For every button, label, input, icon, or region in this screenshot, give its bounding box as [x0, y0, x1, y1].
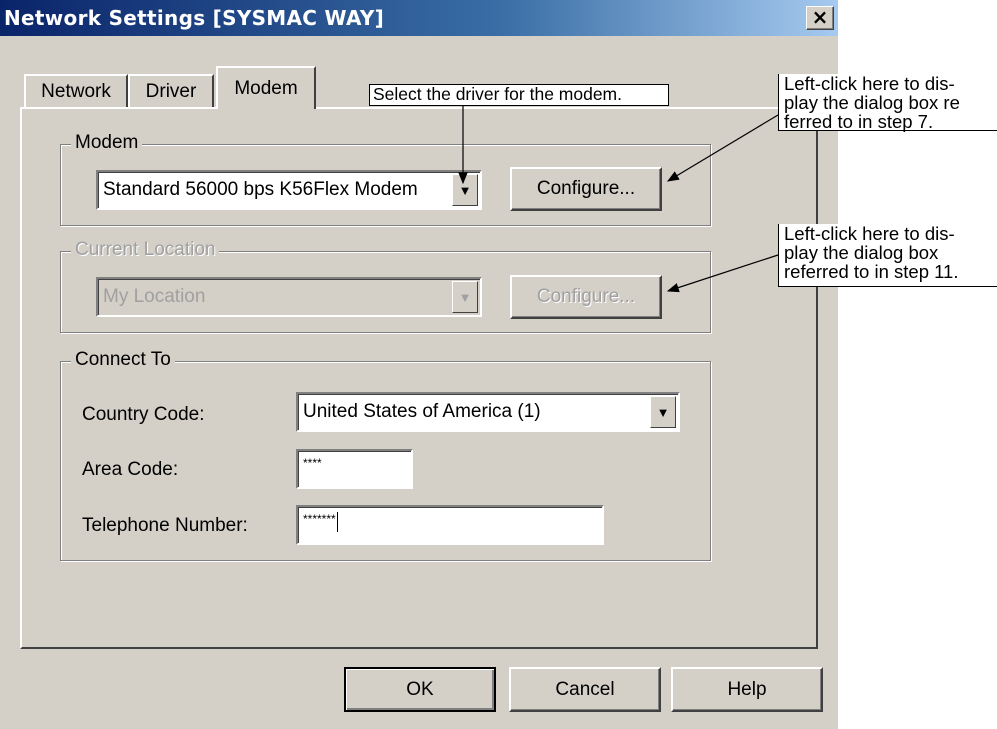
tab-modem[interactable]: Modem	[216, 66, 316, 109]
annotation-arrows	[458, 106, 779, 293]
arrow-to-location-configure	[666, 254, 779, 293]
tab-label: Modem	[234, 77, 298, 99]
arrow-to-modem-configure	[666, 114, 779, 182]
